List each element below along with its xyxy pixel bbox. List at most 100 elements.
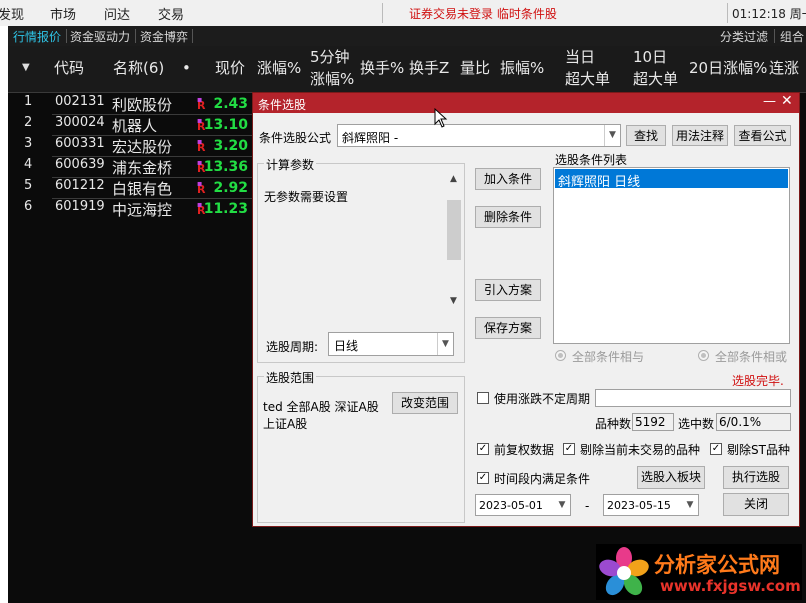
flower-logo-icon <box>599 547 649 596</box>
params-scrollbar[interactable]: ▲ ▼ <box>446 174 462 308</box>
filter-button[interactable]: 分类过滤 <box>720 28 768 45</box>
date-to-picker[interactable]: 2023-05-15 ▼ <box>603 494 699 516</box>
col-turnover-z[interactable]: 换手Z <box>409 57 449 79</box>
condition-stock-dialog: 条件选股 — ✕ 条件选股公式 斜辉照阳 - ▼ 查找 用法注释 查看公式 计算… <box>252 92 800 527</box>
conditions-list[interactable]: 斜辉照阳 日线 <box>553 167 790 344</box>
uncertain-period-input[interactable] <box>595 389 791 407</box>
table-row[interactable]: 6 601919 中远海控 ▪ R 11.23 <box>8 199 250 220</box>
table-row[interactable]: 2 300024 机器人 ▪ R 13.10 <box>8 115 258 136</box>
import-scheme-button[interactable]: 引入方案 <box>475 279 541 301</box>
uncertain-period-label: 使用涨跌不定周期 <box>494 392 591 406</box>
date-from-picker[interactable]: 2023-05-01 ▼ <box>475 494 571 516</box>
view-formula-button[interactable]: 查看公式 <box>734 125 791 146</box>
period-select[interactable]: 日线 ▼ <box>328 332 454 356</box>
find-button[interactable]: 查找 <box>626 125 666 146</box>
stock-price: 2.43 <box>213 96 248 112</box>
pre-adjust-label: 前复权数据 <box>494 443 555 457</box>
remove-st-label: 剔除ST品种 <box>727 443 790 457</box>
calendar-dropdown-icon[interactable]: ▼ <box>682 495 698 515</box>
watermark-title: 分析家公式网 <box>654 553 780 577</box>
stock-name: 中远海控 <box>112 201 173 219</box>
chevron-down-icon[interactable]: ▼ <box>604 125 620 146</box>
dialog-title-bar[interactable]: 条件选股 — ✕ <box>253 93 799 113</box>
col-bigorder-line2[interactable]: 超大单 <box>565 68 610 90</box>
table-row[interactable]: 3 600331 宏达股份 ▪ R 3.20 <box>8 136 258 157</box>
scroll-down-icon[interactable]: ▼ <box>450 296 457 306</box>
usage-notes-button[interactable]: 用法注释 <box>672 125 728 146</box>
col-name[interactable]: 名称(6) <box>113 57 164 79</box>
col-code[interactable]: 代码 <box>54 57 84 79</box>
conditions-list-label: 选股条件列表 <box>555 153 628 167</box>
col-price[interactable]: 现价 <box>215 57 245 79</box>
col-change[interactable]: 涨幅% <box>257 57 301 79</box>
col-streak[interactable]: 连涨 <box>769 57 799 79</box>
table-row[interactable]: 1 002131 利欧股份 ▪ R 2.43 <box>8 94 258 115</box>
formula-select[interactable]: 斜辉照阳 - ▼ <box>337 124 621 147</box>
remove-st-checkbox[interactable]: ✓ <box>710 443 722 455</box>
radio-or-label: 全部条件相或 <box>715 350 788 364</box>
menu-discover[interactable]: 发现 <box>0 4 24 23</box>
calendar-dropdown-icon[interactable]: ▼ <box>554 495 570 515</box>
stock-code: 601212 <box>55 178 105 193</box>
col-amplitude[interactable]: 振幅% <box>500 57 544 79</box>
range-group: 选股范围 ted 全部A股 深证A股 上证A股 改变范围 <box>257 369 465 523</box>
within-period-checkbox[interactable]: ✓ <box>477 472 489 484</box>
formula-label: 条件选股公式 <box>259 131 332 145</box>
combo-button[interactable]: 组合 <box>780 28 804 45</box>
left-edge <box>0 26 8 603</box>
close-icon[interactable]: ✕ <box>781 93 793 109</box>
tab-fund-drive[interactable]: 资金驱动力 <box>70 28 130 45</box>
radio-or[interactable] <box>698 350 709 361</box>
col-vol-ratio[interactable]: 量比 <box>460 57 490 79</box>
menu-wenda[interactable]: 问达 <box>104 4 130 23</box>
site-watermark: 分析家公式网 www.fxjgsw.com <box>596 544 802 600</box>
close-button[interactable]: 关闭 <box>723 493 789 516</box>
remove-untraded-checkbox[interactable]: ✓ <box>563 443 575 455</box>
minimize-icon[interactable]: — <box>763 94 776 109</box>
table-row[interactable]: 4 600639 浦东金桥 ▪ R 13.36 <box>8 157 258 178</box>
selected-label: 选中数 <box>678 417 715 431</box>
save-scheme-button[interactable]: 保存方案 <box>475 317 541 339</box>
date-to-value: 2023-05-15 <box>607 499 671 512</box>
period-label: 选股周期: <box>266 340 319 354</box>
menu-market[interactable]: 市场 <box>50 4 76 23</box>
margin-r-icon: ▪ R <box>197 137 206 154</box>
table-row[interactable]: 5 601212 白银有色 ▪ R 2.92 <box>8 178 258 199</box>
range-text-line2: 上证A股 <box>263 417 308 431</box>
tab-quotes[interactable]: 行情报价 <box>13 28 61 45</box>
stock-price: 2.92 <box>213 180 248 196</box>
chevron-down-icon[interactable]: ▼ <box>437 333 453 355</box>
list-item[interactable]: 斜辉照阳 日线 <box>555 169 788 190</box>
clock: 01:12:18 周一 <box>732 7 806 21</box>
menu-trade[interactable]: 交易 <box>158 4 184 23</box>
stock-price: 13.10 <box>203 117 248 133</box>
range-text-line1: ted 全部A股 深证A股 <box>263 400 379 414</box>
tab-fund-game[interactable]: 资金博弈 <box>140 28 188 45</box>
sort-down-icon[interactable]: ▼ <box>22 57 30 79</box>
radio-and[interactable] <box>555 350 566 361</box>
execute-button[interactable]: 执行选股 <box>723 466 789 489</box>
menu-divider <box>727 3 728 23</box>
col-5min-line1[interactable]: 5分钟 <box>310 46 350 68</box>
stock-price: 13.36 <box>203 159 248 175</box>
col-20d-change[interactable]: 20日涨幅% <box>689 57 767 79</box>
col-10d-line2[interactable]: 超大单 <box>633 68 678 90</box>
pre-adjust-checkbox[interactable]: ✓ <box>477 443 489 455</box>
change-range-button[interactable]: 改变范围 <box>392 392 458 414</box>
col-5min-line2[interactable]: 涨幅% <box>310 68 354 90</box>
params-group-title: 计算参数 <box>264 156 317 173</box>
to-block-button[interactable]: 选股入板块 <box>637 466 705 489</box>
stock-price: 3.20 <box>213 138 248 154</box>
scroll-up-icon[interactable]: ▲ <box>450 174 457 184</box>
scrollbar-thumb[interactable] <box>447 200 461 260</box>
col-10d-line1[interactable]: 10日 <box>633 46 667 68</box>
col-bigorder-line1[interactable]: 当日 <box>565 46 595 68</box>
radio-and-label: 全部条件相与 <box>572 350 645 364</box>
uncertain-period-checkbox[interactable] <box>477 392 489 404</box>
col-turnover[interactable]: 换手% <box>360 57 404 79</box>
add-condition-button[interactable]: 加入条件 <box>475 168 541 190</box>
watermark-url: www.fxjgsw.com <box>660 577 801 595</box>
formula-value: 斜辉照阳 - <box>342 131 399 145</box>
stock-code: 002131 <box>55 94 105 109</box>
delete-condition-button[interactable]: 删除条件 <box>475 206 541 228</box>
